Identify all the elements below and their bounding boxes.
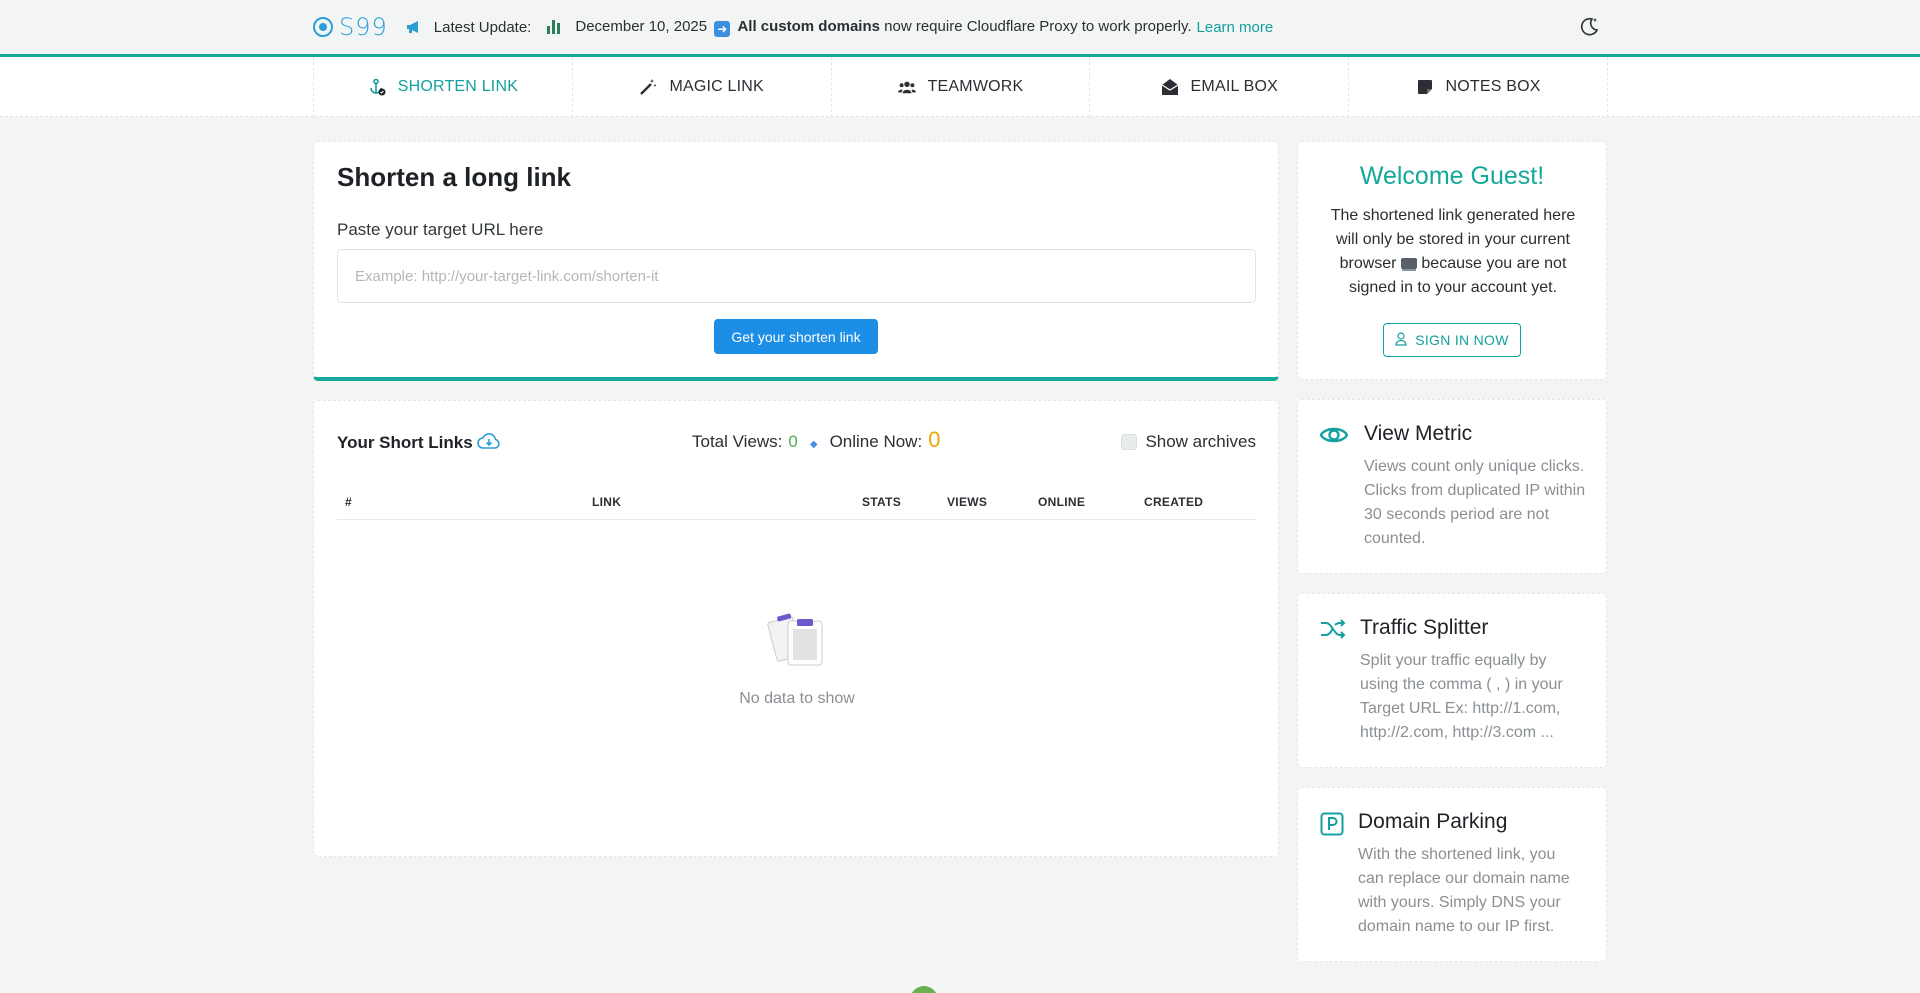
learn-more-link[interactable]: Learn more — [1197, 19, 1274, 36]
tab-label: MAGIC LINK — [669, 78, 764, 95]
column-header-views[interactable]: VIEWS — [947, 495, 987, 509]
logo-icon — [313, 17, 333, 37]
anchor-icon — [368, 78, 386, 96]
update-date: December 10, 2025 — [575, 17, 708, 35]
tab-shorten-link[interactable]: SHORTEN LINK — [313, 57, 572, 117]
welcome-card: Welcome Guest! The shortened link genera… — [1297, 141, 1607, 380]
show-archives-checkbox[interactable] — [1121, 434, 1138, 450]
tab-label: SHORTEN LINK — [397, 78, 519, 95]
total-views-label: Total Views: — [692, 432, 783, 451]
tab-label: NOTES BOX — [1445, 78, 1541, 95]
online-now-label: Online Now: — [829, 432, 923, 451]
sticky-note-icon — [1416, 78, 1434, 96]
url-input-label: Paste your target URL here — [337, 220, 544, 239]
update-bold: All custom domains — [737, 17, 880, 35]
tab-label: EMAIL BOX — [1190, 78, 1279, 95]
welcome-title: Welcome Guest! — [1359, 162, 1545, 190]
shuffle-icon — [1320, 618, 1348, 644]
short-links-card: Your Short Links Total Views: 0 ◆ Online… — [313, 400, 1279, 857]
update-rest: now require Cloudflare Proxy to work pro… — [884, 17, 1192, 35]
column-header-online[interactable]: ONLINE — [1038, 495, 1085, 509]
sign-in-button[interactable]: SIGN IN NOW — [1383, 323, 1521, 357]
tab-notes-box[interactable]: NOTES BOX — [1348, 57, 1608, 117]
shorten-link-card: Shorten a long link Paste your target UR… — [313, 141, 1279, 381]
floating-dot[interactable] — [910, 986, 938, 993]
magic-wand-icon — [639, 78, 657, 96]
view-metric-card: View Metric Views count only unique clic… — [1297, 399, 1607, 574]
domain-parking-card: Domain Parking With the shortened link, … — [1297, 787, 1607, 962]
moon-icon[interactable] — [1578, 15, 1600, 37]
table-header: # LINK STATS VIEWS ONLINE CREATED — [337, 491, 1256, 520]
feature-title: View Metric — [1364, 422, 1473, 445]
latest-update-label: Latest Update: — [433, 18, 532, 36]
clipboard-icon — [766, 609, 828, 671]
empty-state: No data to show — [314, 609, 1280, 708]
site-logo[interactable]: S99 — [313, 13, 388, 41]
eye-icon — [1319, 424, 1349, 450]
update-message: December 10, 2025 ➜ All custom domains n… — [575, 17, 1192, 37]
arrow-right-emoji: ➜ — [714, 20, 731, 37]
online-now-value: 0 — [928, 427, 941, 452]
tab-list: SHORTEN LINK MAGIC LINK TEAMWORK EMAIL B… — [313, 57, 1608, 117]
target-url-input[interactable] — [337, 249, 1256, 303]
envelope-open-icon — [1161, 78, 1179, 96]
views-summary: Total Views: 0 ◆ Online Now: 0 — [692, 427, 940, 453]
separator-diamond-icon: ◆ — [809, 439, 818, 450]
feature-text: Split your traffic equally by using the … — [1360, 652, 1563, 741]
feature-text: With the shortened link, you can replace… — [1358, 846, 1570, 935]
user-icon — [1395, 331, 1407, 349]
empty-state-text: No data to show — [739, 690, 855, 707]
announcement-bar: S99 Latest Update: December 10, 2025 ➜ A… — [0, 0, 1920, 57]
bar-chart-icon — [547, 20, 563, 34]
announcement-content: S99 Latest Update: December 10, 2025 ➜ A… — [313, 0, 1600, 54]
feature-title: Domain Parking — [1358, 810, 1508, 833]
megaphone-icon — [406, 20, 424, 34]
get-shorten-link-button[interactable]: Get your shorten link — [714, 319, 878, 354]
welcome-text: The shortened link generated here will o… — [1318, 204, 1588, 300]
traffic-splitter-card: Traffic Splitter Split your traffic equa… — [1297, 593, 1607, 768]
sign-in-label: SIGN IN NOW — [1415, 332, 1509, 348]
logo-text: S99 — [339, 13, 388, 41]
short-links-title: Your Short Links — [337, 433, 473, 452]
feature-title: Traffic Splitter — [1360, 616, 1489, 639]
tab-magic-link[interactable]: MAGIC LINK — [571, 57, 831, 117]
feature-text: Views count only unique clicks. Clicks f… — [1364, 458, 1586, 547]
tab-email-box[interactable]: EMAIL BOX — [1089, 57, 1348, 117]
total-views-value: 0 — [788, 432, 798, 451]
column-header-stats[interactable]: STATS — [862, 495, 901, 509]
main-nav: SHORTEN LINK MAGIC LINK TEAMWORK EMAIL B… — [0, 57, 1920, 117]
parking-icon — [1320, 812, 1348, 838]
show-archives-label: Show archives — [1145, 432, 1256, 451]
shorten-title: Shorten a long link — [337, 162, 572, 192]
column-header-index[interactable]: # — [345, 495, 352, 509]
tab-teamwork[interactable]: TEAMWORK — [830, 57, 1090, 117]
column-header-link[interactable]: LINK — [592, 495, 621, 509]
column-header-created[interactable]: CREATED — [1144, 495, 1203, 509]
users-icon — [897, 78, 916, 96]
tab-label: TEAMWORK — [927, 78, 1024, 95]
show-archives-toggle[interactable]: Show archives — [1121, 432, 1256, 452]
laptop-emoji — [1400, 258, 1417, 269]
cloud-download-icon[interactable] — [477, 432, 501, 452]
